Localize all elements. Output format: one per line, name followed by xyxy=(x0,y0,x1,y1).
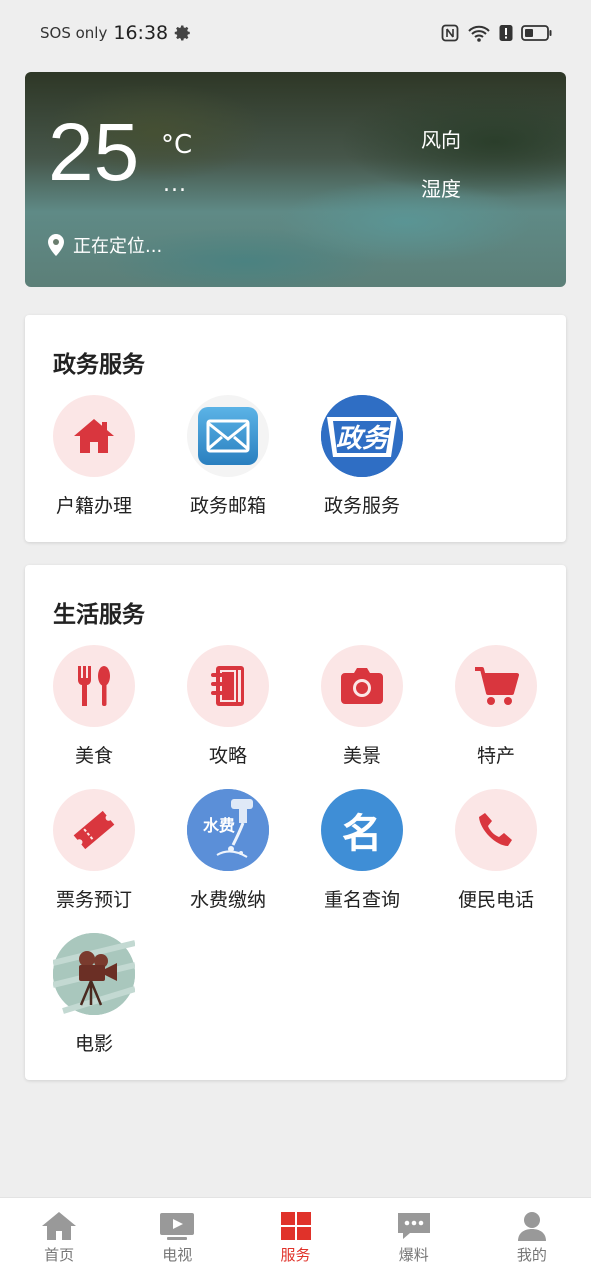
life-item-guide[interactable]: 攻略 xyxy=(173,645,283,768)
weather-condition: ... xyxy=(163,172,187,197)
life-services-title: 生活服务 xyxy=(53,602,145,628)
nav-label: 爆料 xyxy=(398,1246,429,1264)
item-label: 票务预订 xyxy=(55,889,132,911)
life-item-name-search[interactable]: 名 重名查询 xyxy=(307,789,417,912)
home-nav-icon xyxy=(42,1212,77,1240)
life-item-scenery[interactable]: 美景 xyxy=(307,645,417,768)
location[interactable]: 正在定位... xyxy=(47,232,162,258)
location-text: 正在定位... xyxy=(73,236,163,257)
camera-icon xyxy=(321,645,403,727)
alert-icon xyxy=(499,25,513,41)
nav-mine[interactable]: 我的 xyxy=(473,1198,591,1280)
nav-label: 我的 xyxy=(516,1246,547,1264)
item-label: 政务邮箱 xyxy=(189,495,266,517)
nav-label: 电视 xyxy=(162,1246,193,1264)
mail-icon xyxy=(187,395,269,477)
carrier-text: SOS only xyxy=(40,24,108,42)
wind-label: 风向 xyxy=(421,128,461,152)
life-item-water-fee[interactable]: 水费 水费缴纳 xyxy=(173,789,283,912)
item-label: 水费缴纳 xyxy=(189,889,266,911)
life-item-specialty[interactable]: 特产 xyxy=(441,645,551,768)
bottom-nav: 首页 电视 服务 爆料 我的 xyxy=(0,1197,591,1280)
nav-label: 服务 xyxy=(280,1246,311,1264)
wifi-icon xyxy=(468,25,490,42)
home-icon xyxy=(53,395,135,477)
humidity-label: 湿度 xyxy=(421,177,461,201)
gov-logo-text: 政务 xyxy=(336,424,392,454)
nav-tv[interactable]: 电视 xyxy=(118,1198,236,1280)
life-item-movie[interactable]: 电影 xyxy=(39,933,149,1056)
item-label: 特产 xyxy=(476,745,515,767)
clock-text: 16:38 xyxy=(113,22,169,44)
status-right xyxy=(441,23,553,43)
gov-item-mailbox[interactable]: 政务邮箱 xyxy=(173,395,283,518)
nav-home[interactable]: 首页 xyxy=(0,1198,118,1280)
chat-bubble-icon xyxy=(397,1213,430,1239)
tv-icon xyxy=(160,1213,195,1240)
nfc-icon xyxy=(441,24,459,42)
cutlery-icon xyxy=(53,645,135,727)
status-bar: SOS only 16:38 xyxy=(0,0,591,66)
life-item-phone[interactable]: 便民电话 xyxy=(441,789,551,912)
water-fee-logo-text: 水费 xyxy=(203,816,235,835)
gov-services-card: 政务服务 户籍办理 政务邮箱 政务 政务服务 xyxy=(25,315,566,542)
nav-tipoff[interactable]: 爆料 xyxy=(355,1198,473,1280)
item-label: 重名查询 xyxy=(323,889,400,911)
water-fee-icon: 水费 xyxy=(187,789,269,871)
gov-service-logo-icon: 政务 xyxy=(321,395,403,477)
life-item-ticket[interactable]: 票务预订 xyxy=(39,789,149,912)
gear-icon xyxy=(174,25,190,41)
item-label: 美食 xyxy=(74,745,113,767)
nav-label: 首页 xyxy=(44,1246,75,1264)
nav-services[interactable]: 服务 xyxy=(236,1198,354,1280)
name-search-icon: 名 xyxy=(321,789,403,871)
gov-item-household[interactable]: 户籍办理 xyxy=(39,395,149,518)
item-label: 美景 xyxy=(342,745,381,767)
film-camera-icon xyxy=(53,933,135,1015)
gov-item-service[interactable]: 政务 政务服务 xyxy=(307,395,417,518)
item-label: 政务服务 xyxy=(323,495,400,517)
item-label: 户籍办理 xyxy=(55,495,132,517)
gov-services-title: 政务服务 xyxy=(53,352,145,378)
temperature-unit: °C xyxy=(161,130,193,160)
item-label: 电影 xyxy=(74,1033,113,1055)
ticket-icon xyxy=(53,789,135,871)
name-search-logo-text: 名 xyxy=(342,810,382,857)
temperature: 25 xyxy=(48,107,140,198)
life-services-card: 生活服务 美食 攻略 美景 特产 票务预订 水费 水费缴纳 名 重名查询 便民电… xyxy=(25,565,566,1080)
notebook-icon xyxy=(187,645,269,727)
item-label: 攻略 xyxy=(208,745,247,767)
item-label: 便民电话 xyxy=(457,889,534,911)
location-pin-icon xyxy=(48,234,64,256)
weather-card[interactable]: 25 °C ... 风向 湿度 正在定位... xyxy=(25,72,566,287)
phone-icon xyxy=(455,789,537,871)
battery-icon xyxy=(521,25,552,41)
cart-icon xyxy=(455,645,537,727)
life-item-food[interactable]: 美食 xyxy=(39,645,149,768)
services-grid-icon xyxy=(280,1212,311,1240)
status-left: SOS only 16:38 xyxy=(40,22,192,44)
user-icon xyxy=(517,1212,546,1241)
